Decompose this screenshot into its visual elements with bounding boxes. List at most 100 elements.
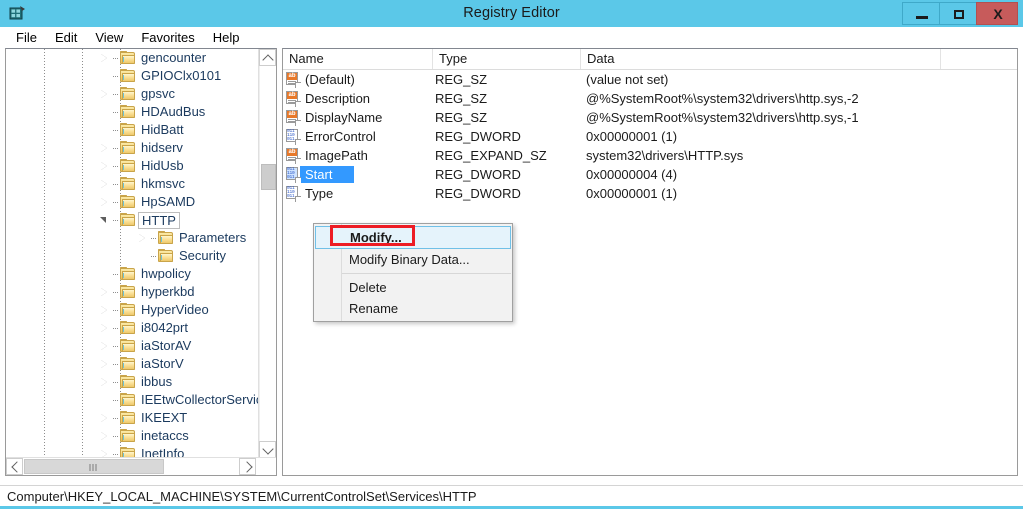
tree-item-hypervideo[interactable]: HyperVideo <box>6 301 258 319</box>
context-menu-separator <box>342 273 511 274</box>
context-menu-item-modify[interactable]: Modify... <box>315 226 511 249</box>
tree-vertical-scrollbar[interactable] <box>258 49 276 458</box>
collapse-arrow-icon[interactable] <box>98 211 112 229</box>
value-type: REG_DWORD <box>435 186 521 201</box>
tree-item-iastorv[interactable]: iaStorV <box>6 355 258 373</box>
folder-icon <box>120 105 136 119</box>
tree-item-security[interactable]: Security <box>6 247 258 265</box>
tree-item-ieetwcollectorservice[interactable]: IEEtwCollectorService <box>6 391 258 409</box>
minimize-button[interactable] <box>902 2 940 25</box>
expand-arrow-icon[interactable] <box>98 175 112 193</box>
scroll-thumb[interactable] <box>261 164 276 190</box>
chevron-right-icon <box>241 461 253 473</box>
tree-item-ikeext[interactable]: IKEEXT <box>6 409 258 427</box>
expand-arrow-icon[interactable] <box>98 301 112 319</box>
tree-connector <box>113 58 118 59</box>
tree-item-hyperkbd[interactable]: hyperkbd <box>6 283 258 301</box>
menu-item-view[interactable]: View <box>86 28 132 48</box>
tree-item-hpsamd[interactable]: HpSAMD <box>6 193 258 211</box>
tree-item-hdaudbus[interactable]: HDAudBus <box>6 103 258 121</box>
tree-item-hidserv[interactable]: hidserv <box>6 139 258 157</box>
value-row[interactable]: ab ImagePath REG_EXPAND_SZ system32\drivers… <box>283 146 1017 165</box>
tree-item-label: iaStorAV <box>141 338 192 353</box>
expand-arrow-icon[interactable] <box>98 373 112 391</box>
maximize-button[interactable] <box>939 2 977 25</box>
tree-item-iastorav[interactable]: iaStorAV <box>6 337 258 355</box>
dword-value-icon: 011 110 011 <box>286 129 301 145</box>
tree-item-gpsvc[interactable]: gpsvc <box>6 85 258 103</box>
column-header-type[interactable]: Type <box>433 49 581 69</box>
tree-item-i8042prt[interactable]: i8042prt <box>6 319 258 337</box>
context-menu-item-modify-binary-data[interactable]: Modify Binary Data... <box>314 249 512 270</box>
context-menu-item-rename[interactable]: Rename <box>314 298 512 319</box>
scroll-right-button[interactable] <box>239 458 256 475</box>
menu-item-file[interactable]: File <box>7 28 46 48</box>
expand-arrow-icon[interactable] <box>98 49 112 67</box>
tree-item-parameters[interactable]: Parameters <box>6 229 258 247</box>
value-row[interactable]: ab (Default) REG_SZ (value not set) <box>283 70 1017 89</box>
menu-item-help[interactable]: Help <box>204 28 249 48</box>
string-value-icon: ab <box>286 110 301 126</box>
value-type: REG_DWORD <box>435 129 521 144</box>
value-type: REG_SZ <box>435 72 488 87</box>
scroll-left-button[interactable] <box>6 458 23 475</box>
folder-icon <box>120 321 136 335</box>
tree-item-gencounter[interactable]: gencounter <box>6 49 258 67</box>
tree-item-label: ibbus <box>141 374 173 389</box>
tree-item-label: HidUsb <box>141 158 184 173</box>
registry-tree: gencounter GPIOClx0101 gpsvc HDAudBus HidBat… <box>6 49 258 458</box>
folder-icon <box>120 375 136 389</box>
tree-item-http[interactable]: HTTP <box>6 211 258 229</box>
tree-item-inetaccs[interactable]: inetaccs <box>6 427 258 445</box>
tree-item-label: iaStorV <box>141 356 184 371</box>
value-name: (Default) <box>305 72 355 87</box>
close-button[interactable]: X <box>976 2 1018 25</box>
column-header-name[interactable]: Name <box>283 49 433 69</box>
expand-arrow-icon[interactable] <box>98 355 112 373</box>
value-row[interactable]: ab Description REG_SZ @%SystemRoot%\system3… <box>283 89 1017 108</box>
tree-item-hwpolicy[interactable]: hwpolicy <box>6 265 258 283</box>
expand-arrow-icon[interactable] <box>98 85 112 103</box>
menu-item-favorites[interactable]: Favorites <box>132 28 203 48</box>
expand-arrow-icon[interactable] <box>98 427 112 445</box>
expand-arrow-icon[interactable] <box>98 193 112 211</box>
expand-arrow-icon[interactable] <box>98 139 112 157</box>
expand-arrow-icon[interactable] <box>98 283 112 301</box>
tree-node-stub <box>98 121 112 139</box>
column-header-data[interactable]: Data <box>581 49 941 69</box>
tree-connector <box>113 166 118 167</box>
tree-item-hidbatt[interactable]: HidBatt <box>6 121 258 139</box>
horizontal-scroll-thumb[interactable] <box>24 459 164 474</box>
tree-item-hkmsvc[interactable]: hkmsvc <box>6 175 258 193</box>
value-row[interactable]: 011 110 011 Start REG_DWORD 0x00000004 (4) <box>283 165 1017 184</box>
tree-connector <box>113 220 118 221</box>
tree-item-label: IKEEXT <box>141 410 188 425</box>
context-menu-item-delete[interactable]: Delete <box>314 277 512 298</box>
expand-arrow-icon[interactable] <box>98 409 112 427</box>
tree-connector <box>113 184 118 185</box>
value-type: REG_SZ <box>435 110 488 125</box>
menu-item-edit[interactable]: Edit <box>46 28 86 48</box>
expand-arrow-icon[interactable] <box>98 319 112 337</box>
expand-arrow-icon[interactable] <box>136 229 150 247</box>
scroll-track[interactable] <box>259 66 276 441</box>
tree-item-ibbus[interactable]: ibbus <box>6 373 258 391</box>
status-bar-path: Computer\HKEY_LOCAL_MACHINE\SYSTEM\Curre… <box>7 489 477 504</box>
expand-arrow-icon[interactable] <box>98 337 112 355</box>
expand-arrow-icon[interactable] <box>98 157 112 175</box>
scroll-grip-icon <box>89 464 99 471</box>
string-value-icon: ab <box>286 72 301 88</box>
scroll-down-button[interactable] <box>259 441 276 458</box>
tree-connector <box>113 436 118 437</box>
folder-icon <box>120 123 136 137</box>
value-row[interactable]: 011 110 011 ErrorControl REG_DWORD 0x00000001… <box>283 127 1017 146</box>
tree-item-gpioclx0101[interactable]: GPIOClx0101 <box>6 67 258 85</box>
value-name-cell: ab DisplayName <box>283 109 433 126</box>
tree-horizontal-scrollbar[interactable] <box>6 457 276 475</box>
folder-icon <box>120 429 136 443</box>
value-row[interactable]: ab DisplayName REG_SZ @%SystemRoot%\system3… <box>283 108 1017 127</box>
registry-tree-pane: gencounter GPIOClx0101 gpsvc HDAudBus HidBat… <box>5 48 277 476</box>
tree-item-hidusb[interactable]: HidUsb <box>6 157 258 175</box>
scroll-up-button[interactable] <box>259 49 276 66</box>
value-row[interactable]: 011 110 011 Type REG_DWORD 0x00000001 (1) <box>283 184 1017 203</box>
